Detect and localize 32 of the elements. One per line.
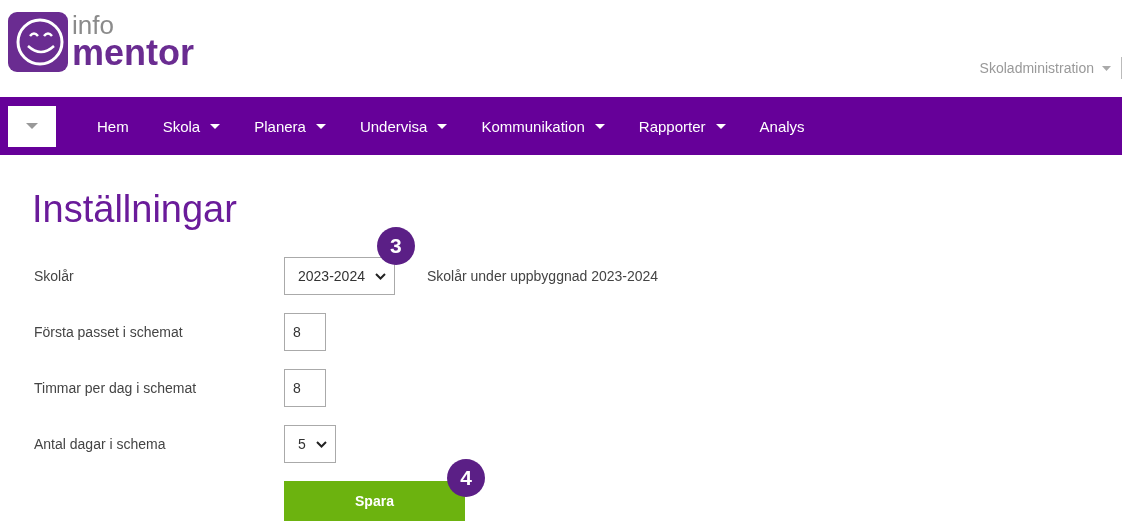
step-badge: 3	[376, 227, 415, 265]
nav-item[interactable]: Skola	[145, 117, 238, 135]
menu-toggle-button[interactable]	[8, 105, 56, 147]
caret-icon	[594, 123, 605, 129]
field-label: Antal dagar i schema	[34, 436, 167, 452]
caret-icon	[315, 123, 326, 129]
field-label: Första passet i schemat	[34, 324, 184, 340]
input-field[interactable]: 8	[284, 313, 326, 351]
nav-item[interactable]: Undervisa	[342, 117, 465, 135]
caret-icon	[1102, 65, 1111, 71]
chevron-icon	[315, 440, 327, 448]
logo-text: mentor	[72, 36, 194, 70]
field-label: Skolår	[34, 268, 75, 284]
caret-icon	[210, 123, 221, 129]
note-text: Skolår under uppbyggnad 2023-2024	[426, 268, 659, 284]
caret-icon	[26, 123, 38, 129]
nav-item[interactable]: Kommunikation	[464, 117, 622, 135]
chevron-icon	[374, 272, 386, 280]
field-label: Timmar per dag i schemat	[34, 380, 198, 396]
nav-item[interactable]: Analys	[742, 117, 822, 135]
input-field[interactable]: 8	[284, 369, 326, 407]
nav-item[interactable]: Hem	[80, 117, 146, 135]
select-field[interactable]: 5	[284, 425, 336, 463]
nav-item[interactable]: Planera	[237, 117, 343, 135]
smiley-logo-icon	[8, 12, 68, 72]
logo-text: info	[72, 14, 115, 36]
page-title: Inställningar	[32, 187, 238, 231]
caret-icon	[715, 123, 726, 129]
select-field[interactable]: 2023-2024	[284, 257, 395, 295]
nav-item[interactable]: Rapporter	[621, 117, 743, 135]
caret-icon	[437, 123, 448, 129]
step-badge: 4	[447, 459, 485, 497]
